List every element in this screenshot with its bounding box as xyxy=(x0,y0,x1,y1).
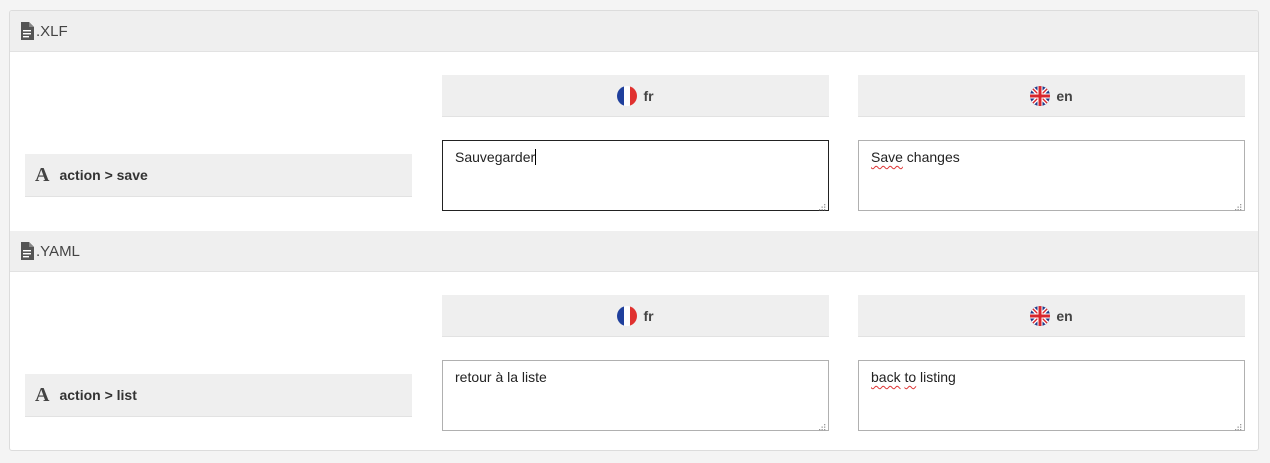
lang-header-en: en xyxy=(858,75,1245,117)
france-flag-icon xyxy=(617,305,638,326)
translation-input-en[interactable]: back to listing xyxy=(858,360,1245,431)
section-extension: .XLF xyxy=(36,22,68,40)
uk-flag-icon xyxy=(1030,85,1051,106)
translation-key: action > save xyxy=(59,167,148,183)
font-icon: A xyxy=(35,383,50,406)
section-header-yaml: .YAML xyxy=(10,231,1258,272)
lang-code: fr xyxy=(643,87,654,104)
translation-input-fr[interactable]: Sauvegarder xyxy=(442,140,829,211)
spellcheck-word: Save xyxy=(871,149,903,165)
lang-header-en: en xyxy=(858,295,1245,337)
translation-input-fr[interactable]: retour à la liste xyxy=(442,360,829,431)
translation-input-en[interactable]: Save changes xyxy=(858,140,1245,211)
lang-header-fr: fr xyxy=(442,295,829,337)
spellcheck-word: back xyxy=(871,369,901,385)
resize-grip-icon[interactable] xyxy=(817,199,826,211)
translation-key-label: A action > save xyxy=(25,154,412,197)
translation-text: listing xyxy=(916,369,956,385)
resize-grip-icon[interactable] xyxy=(1233,199,1242,211)
translation-text: Sauvegarder xyxy=(455,149,536,165)
spellcheck-word: to xyxy=(904,369,917,385)
font-icon: A xyxy=(35,163,50,186)
section-extension: .YAML xyxy=(36,242,80,260)
translations-panel: .XLF fr en A action > save Sauvegarder S… xyxy=(9,10,1259,451)
lang-code: en xyxy=(1056,307,1073,324)
uk-flag-icon xyxy=(1030,305,1051,326)
lang-code: en xyxy=(1056,87,1073,104)
file-text-icon xyxy=(20,22,34,40)
resize-grip-icon[interactable] xyxy=(817,419,826,431)
lang-header-fr: fr xyxy=(442,75,829,117)
resize-grip-icon[interactable] xyxy=(1233,419,1242,431)
section-header-xlf: .XLF xyxy=(10,11,1258,52)
file-text-icon xyxy=(20,242,34,260)
translation-key: action > list xyxy=(59,387,137,403)
lang-code: fr xyxy=(643,307,654,324)
text-caret xyxy=(535,149,537,165)
france-flag-icon xyxy=(617,85,638,106)
translation-text: retour à la liste xyxy=(455,369,547,385)
translation-text: changes xyxy=(902,149,960,165)
translation-key-label: A action > list xyxy=(25,374,412,417)
